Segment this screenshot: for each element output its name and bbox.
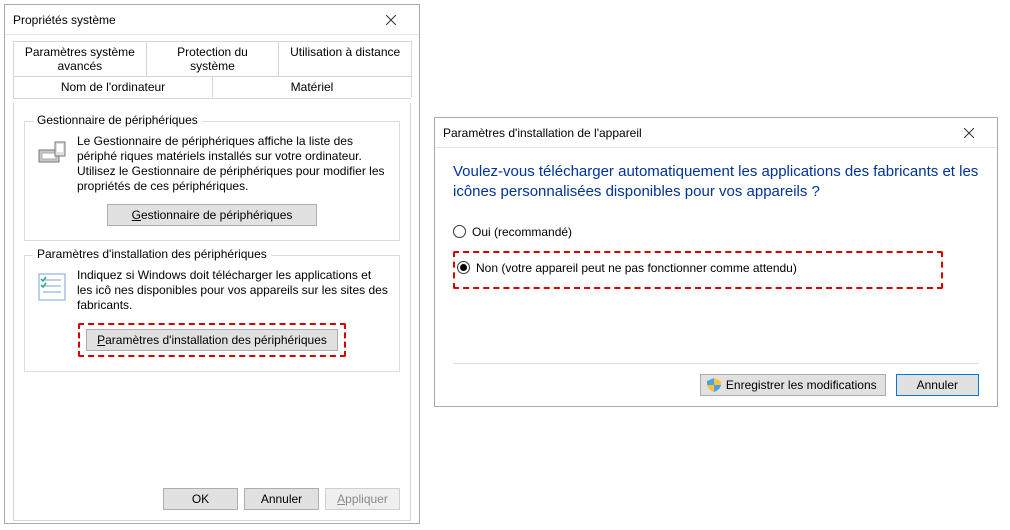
group-legend: Gestionnaire de périphériques [33, 113, 202, 127]
tab-computer-name[interactable]: Nom de l'ordinateur [13, 76, 213, 98]
titlebar: Propriétés système [5, 5, 419, 35]
tab-hardware[interactable]: Matériel [212, 76, 412, 98]
cancel-button[interactable]: Annuler [896, 374, 979, 396]
group-device-manager: Gestionnaire de périphériques Le Gestion… [24, 121, 400, 241]
ok-button[interactable]: OK [163, 488, 238, 510]
main-question: Voulez-vous télécharger automatiquement … [453, 162, 979, 203]
window-content: Voulez-vous télécharger automatiquement … [435, 148, 997, 406]
dialog-footer: OK Annuler Appliquer [163, 488, 400, 510]
cancel-button[interactable]: Annuler [244, 488, 319, 510]
titlebar: Paramètres d'installation de l'appareil [435, 118, 997, 148]
window-content: Paramètres système avancés Protection du… [5, 35, 419, 529]
close-button[interactable] [949, 119, 989, 147]
radio-label: Oui (recommandé) [472, 225, 572, 239]
device-install-settings-window: Paramètres d'installation de l'appareil … [434, 117, 998, 407]
install-settings-button[interactable]: Paramètres d'installation des périphériq… [86, 329, 338, 351]
dialog-footer: Enregistrer les modifications Annuler [453, 374, 979, 396]
radio-yes[interactable]: Oui (recommandé) [453, 225, 979, 239]
radio-icon [457, 261, 470, 274]
close-icon [964, 128, 974, 138]
radio-icon [453, 225, 466, 238]
close-button[interactable] [371, 6, 411, 34]
group-text: Indiquez si Windows doit télécharger les… [77, 268, 389, 313]
tab-remote[interactable]: Utilisation à distance [278, 41, 412, 76]
apply-button: Appliquer [325, 488, 400, 510]
system-properties-window: Propriétés système Paramètres système av… [4, 4, 420, 524]
checklist-icon [35, 270, 69, 304]
window-title: Propriétés système [13, 13, 371, 27]
device-manager-icon [35, 136, 69, 170]
group-text: Le Gestionnaire de périphériques affiche… [77, 134, 389, 194]
shield-icon [707, 378, 721, 392]
tab-panel-hardware: Gestionnaire de périphériques Le Gestion… [13, 103, 411, 521]
group-legend: Paramètres d'installation des périphériq… [33, 247, 271, 261]
highlight-annotation: Non (votre appareil peut ne pas fonction… [453, 251, 943, 289]
close-icon [386, 15, 396, 25]
highlight-annotation: Paramètres d'installation des périphériq… [78, 323, 346, 357]
save-changes-button[interactable]: Enregistrer les modifications [700, 374, 886, 396]
device-manager-button[interactable]: Gestionnaire de périphériques [107, 204, 317, 226]
tab-advanced[interactable]: Paramètres système avancés [13, 41, 147, 76]
tab-protection[interactable]: Protection du système [146, 41, 280, 76]
separator [453, 363, 979, 364]
radio-label: Non (votre appareil peut ne pas fonction… [476, 261, 797, 275]
radio-no[interactable]: Non (votre appareil peut ne pas fonction… [457, 261, 933, 275]
window-title: Paramètres d'installation de l'appareil [443, 126, 949, 140]
tab-strip: Paramètres système avancés Protection du… [13, 41, 411, 99]
group-install-settings: Paramètres d'installation des périphériq… [24, 255, 400, 372]
